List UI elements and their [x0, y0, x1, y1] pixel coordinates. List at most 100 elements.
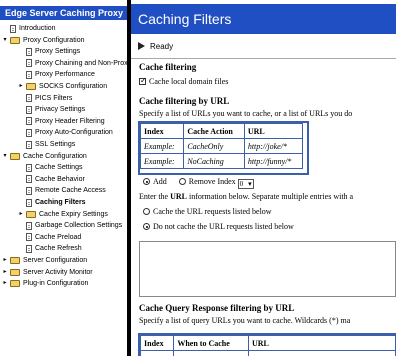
instructions-text: Enter the — [139, 192, 171, 201]
nav-item[interactable]: Garbage Collection Settings — [18, 220, 122, 231]
collapse-icon[interactable]: ▾ — [2, 35, 8, 46]
document-icon — [26, 140, 32, 149]
table-header: When to Cache — [173, 335, 249, 351]
table-row — [139, 350, 396, 356]
nav-item[interactable]: ▸ Server Activity Monitor — [2, 267, 93, 278]
nav-item-label: Cache Expiry Settings — [39, 210, 108, 218]
pane-divider[interactable] — [127, 0, 130, 356]
nocache-radio[interactable] — [143, 223, 150, 230]
table-header: Cache Action — [183, 123, 245, 139]
nav-item-label: Garbage Collection Settings — [35, 222, 123, 230]
nav-item-label: Proxy Settings — [35, 48, 81, 56]
document-icon — [26, 175, 32, 184]
nav-item[interactable]: Cache Settings — [18, 162, 82, 173]
remove-label: Remove Index — [188, 177, 236, 186]
nav-item[interactable]: SSL Settings — [18, 139, 75, 150]
folder-icon — [10, 268, 20, 276]
document-icon — [26, 186, 32, 195]
nav-item-label: Privacy Settings — [35, 106, 86, 114]
document-icon — [26, 198, 32, 207]
nav-item-label: Cache Preload — [35, 233, 82, 241]
enter-url-instructions: Enter the URL information below. Separat… — [139, 192, 353, 201]
nav-item-label: Proxy Chaining and Non-Proxy — [35, 59, 128, 67]
nav-item[interactable]: Introduction — [2, 23, 56, 34]
folder-icon — [26, 83, 36, 90]
navigation-pane: Edge Server Caching Proxy Introduction ▾ P… — [0, 0, 128, 356]
table-cell — [139, 350, 175, 356]
cache-radio[interactable] — [143, 208, 150, 215]
collapse-icon[interactable]: ▾ — [2, 151, 8, 162]
page-title: Caching Filters — [131, 4, 396, 34]
folder-icon — [10, 36, 20, 44]
nav-item[interactable]: Proxy Chaining and Non-Proxy — [18, 58, 128, 69]
document-icon — [26, 47, 32, 56]
add-radio[interactable] — [143, 178, 150, 185]
nav-item-label: Cache Refresh — [35, 245, 82, 253]
table-header-row: Index When to Cache URL — [139, 335, 396, 351]
nav-item-label: Proxy Configuration — [23, 36, 85, 44]
form-area: Cache filtering Cache local domain files… — [131, 58, 396, 356]
cache-local-label: Cache local domain files — [149, 77, 229, 86]
nav-item-label: Plug-in Configuration — [23, 280, 89, 288]
nocache-option-label: Do not cache the URL requests listed bel… — [153, 222, 294, 231]
nav-item[interactable]: Proxy Settings — [18, 46, 80, 57]
remove-index-select[interactable]: 0 — [237, 179, 254, 189]
nav-item[interactable]: ▾ Proxy Configuration — [2, 35, 84, 46]
nav-item[interactable]: Remote Cache Access — [18, 185, 106, 196]
nav-item[interactable]: ▸ SOCKS Configuration — [18, 81, 107, 92]
nav-item[interactable]: ▸ Plug-in Configuration — [2, 278, 88, 289]
table-row: Example: NoCaching http://funny/* — [139, 153, 304, 169]
expand-icon[interactable]: ▸ — [18, 81, 24, 92]
nav-header: Edge Server Caching Proxy — [0, 6, 127, 20]
nav-item[interactable]: Cache Behavior — [18, 174, 85, 185]
folder-icon — [10, 280, 20, 288]
nav-item-label: Server Configuration — [23, 257, 88, 264]
table-cell: http://joke/* — [243, 138, 304, 154]
nav-item-label: Cache Configuration — [23, 152, 87, 160]
table-cell — [173, 350, 249, 356]
document-icon — [26, 244, 32, 253]
nocache-option-row: Do not cache the URL requests listed bel… — [143, 222, 294, 231]
document-icon — [26, 59, 32, 68]
url-filter-table: Index Cache Action URL Example: CacheOnl… — [139, 123, 304, 169]
nav-item-label: Cache Behavior — [35, 175, 85, 183]
document-icon — [26, 163, 32, 172]
nav-item[interactable]: ▸ Cache Expiry Settings — [18, 209, 108, 220]
expand-icon[interactable]: ▸ — [2, 255, 8, 266]
expand-icon[interactable]: ▸ — [2, 267, 8, 278]
table-header: Index — [139, 123, 185, 139]
nav-item[interactable]: ▸ Server Configuration — [2, 255, 87, 266]
play-icon[interactable] — [138, 42, 145, 50]
section-cache-filtering-heading: Cache filtering — [139, 62, 197, 72]
nav-item[interactable]: Cache Preload — [18, 232, 81, 243]
status-text: Ready — [150, 41, 174, 51]
table-cell: NoCaching — [183, 153, 245, 169]
url-textarea[interactable] — [139, 241, 396, 297]
expand-icon[interactable]: ▸ — [2, 278, 8, 289]
section-query-filtering-desc: Specify a list of query URLs you want to… — [139, 316, 351, 325]
instructions-url-term: URL — [170, 192, 187, 201]
document-icon — [26, 221, 32, 230]
document-icon — [26, 70, 32, 79]
nav-item-label: Server Activity Monitor — [23, 268, 93, 276]
nav-item[interactable]: Caching Filters — [18, 197, 86, 208]
nav-item[interactable]: ▾ Cache Configuration — [2, 151, 87, 162]
cache-local-row: Cache local domain files — [139, 76, 229, 86]
document-icon — [10, 24, 16, 33]
nav-item[interactable]: Proxy Auto-Configuration — [18, 127, 113, 138]
nav-item-label: Proxy Performance — [35, 71, 95, 79]
folder-icon — [10, 257, 20, 264]
table-header: URL — [243, 123, 304, 139]
nav-item-label: Proxy Header Filtering — [35, 117, 105, 125]
nav-item[interactable]: PICS Filters — [18, 93, 72, 104]
nav-item[interactable]: Privacy Settings — [18, 104, 85, 115]
nav-item-label: Caching Filters — [35, 199, 86, 206]
document-icon — [26, 105, 32, 114]
nav-item[interactable]: Proxy Header Filtering — [18, 116, 105, 127]
cache-local-checkbox[interactable] — [139, 76, 147, 85]
remove-radio[interactable] — [178, 178, 186, 185]
nav-item[interactable]: Proxy Performance — [18, 69, 95, 80]
table-header-row: Index Cache Action URL — [139, 123, 304, 139]
nav-item[interactable]: Cache Refresh — [18, 243, 82, 254]
expand-icon[interactable]: ▸ — [18, 209, 24, 220]
